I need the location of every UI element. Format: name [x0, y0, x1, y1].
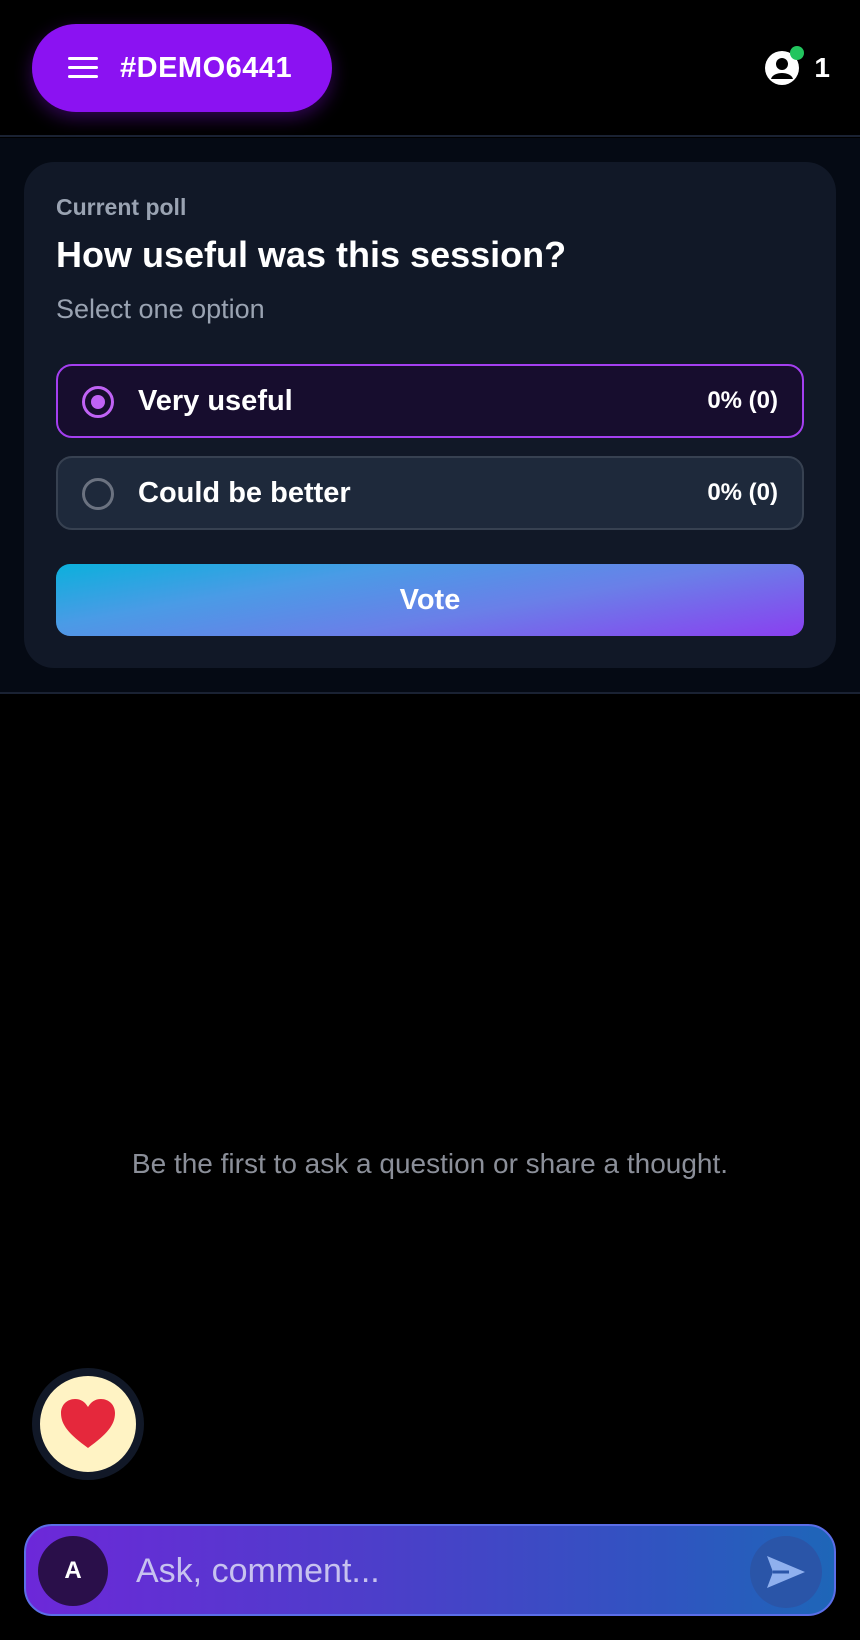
comment-input[interactable]: [136, 1542, 706, 1600]
send-button[interactable]: [750, 1536, 822, 1608]
vote-button[interactable]: Vote: [56, 564, 804, 636]
send-icon: [767, 1556, 805, 1588]
empty-feed-message: Be the first to ask a question or share …: [131, 1148, 729, 1179]
menu-icon: [68, 57, 98, 79]
poll-section: Current poll How useful was this session…: [0, 138, 860, 694]
option-result: 0% (0): [707, 387, 778, 414]
radio-unselected-icon: [82, 478, 114, 510]
option-result: 0% (0): [707, 479, 778, 506]
participant-counter[interactable]: 1: [764, 46, 830, 88]
online-status-dot: [790, 46, 805, 60]
heart-icon: [61, 1399, 115, 1448]
poll-hint: Select one option: [56, 294, 265, 324]
poll-question: How useful was this session?: [56, 234, 567, 275]
heart-reaction-button[interactable]: [32, 1368, 144, 1480]
top-bar: #DEMO6441 1: [0, 0, 860, 137]
poll-option-could-be-better[interactable]: Could be better 0% (0): [56, 456, 804, 530]
avatar[interactable]: A: [38, 1536, 108, 1606]
participant-count: 1: [814, 52, 830, 83]
user-icon: [764, 46, 805, 86]
option-label: Very useful: [138, 385, 293, 417]
room-code: #DEMO6441: [120, 52, 293, 84]
poll-option-very-useful[interactable]: Very useful 0% (0): [56, 364, 804, 438]
room-menu-button[interactable]: #DEMO6441: [32, 24, 332, 112]
poll-label: Current poll: [56, 194, 187, 220]
poll-card: Current poll How useful was this session…: [24, 162, 836, 668]
message-composer: A: [24, 1524, 836, 1616]
radio-selected-icon: [82, 386, 114, 418]
option-label: Could be better: [138, 477, 351, 509]
app-screen: #DEMO6441 1 Current poll How useful was …: [0, 0, 860, 1640]
